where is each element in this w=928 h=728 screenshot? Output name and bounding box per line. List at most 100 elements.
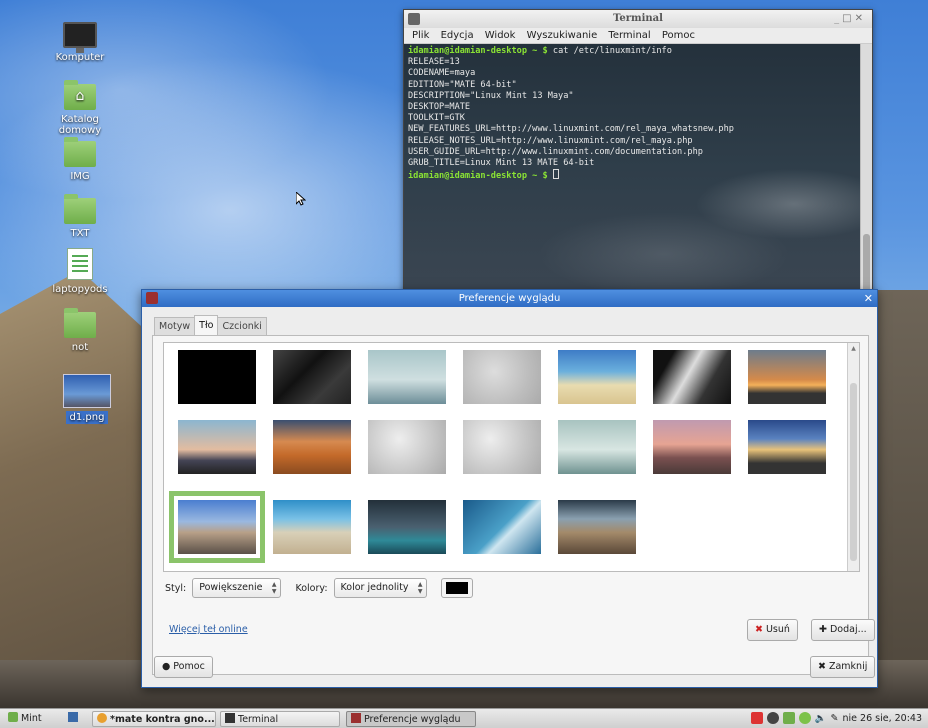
desktop-icon-img[interactable]: IMG [40,137,120,182]
wallpaper-thumbnail[interactable] [178,350,256,404]
desktop-icon-txt[interactable]: TXT [40,194,120,239]
wallpaper-thumbnail[interactable] [368,350,446,404]
desktop-icon-d1png[interactable]: d1.png [47,374,127,424]
desktop-icon-label: d1.png [65,411,109,424]
dialog-titlebar[interactable]: Preferencje wyglądu ✕ [142,290,877,307]
status-ok-icon[interactable] [798,712,811,724]
minimize-icon[interactable]: _ [834,13,842,24]
wallpaper-thumbnail[interactable] [368,420,446,474]
wallpaper-thumbnail[interactable] [273,500,351,554]
spreadsheet-icon [67,248,93,280]
menu-wyszukiwanie[interactable]: Wyszukiwanie [527,30,598,41]
wallpaper-thumbnail[interactable] [558,420,636,474]
network-icon[interactable] [766,712,779,724]
wallpaper-thumbnail[interactable] [748,350,826,404]
wallpaper-thumbnail[interactable] [273,350,351,404]
wallpaper-thumbnail[interactable] [463,350,541,404]
terminal-command: cat /etc/linuxmint/info [552,46,672,56]
style-select[interactable]: Powiększenie ▲ ▼ [192,578,282,598]
taskbar-item-terminal[interactable]: Terminal [220,711,340,727]
output-line: RELEASE=13 [408,57,460,68]
maximize-icon[interactable]: □ [842,13,854,24]
terminal-titlebar[interactable]: Terminal _□✕ [404,10,872,28]
terminal-output[interactable]: idamian@idamian-desktop ~ $ cat /etc/lin… [404,44,860,293]
help-button[interactable]: ● Pomoc [154,656,213,678]
desktop-icon-label: TXT [70,228,90,239]
remove-button[interactable]: ✖ Usuń [747,619,798,641]
taskbar-item-browser[interactable]: *mate kontra gno... [92,711,216,727]
gallery-scrollbar[interactable]: ▲ [847,343,859,571]
close-button-label: Zamknij [828,661,868,672]
help-button-label: Pomoc [173,661,205,672]
tab-background[interactable]: Tło [194,315,219,335]
desktop-icon-home[interactable]: Katalog domowy [40,80,120,136]
close-icon[interactable]: ✕ [864,290,873,307]
wallpaper-thumbnail[interactable] [558,350,636,404]
terminal-window[interactable]: Terminal _□✕ Plik Edycja Widok Wyszukiwa… [403,9,873,294]
desktop-icon-label: Katalog domowy [58,114,102,136]
color-picker-button[interactable] [441,578,474,598]
appearance-preferences-dialog[interactable]: Preferencje wyglądu ✕ Motyw Tło Czcionki [141,289,878,688]
style-label: Styl: [165,582,187,594]
output-line: DESKTOP=MATE [408,102,471,113]
close-icon[interactable]: ✕ [855,13,866,24]
clock[interactable]: nie 26 sie, 20:43 [843,713,922,724]
tab-theme[interactable]: Motyw [154,317,196,335]
scroll-up-icon[interactable]: ▲ [848,345,859,352]
scrollbar-thumb[interactable] [863,234,870,294]
mouse-pointer-icon [296,192,306,206]
mint-logo-icon [8,712,18,722]
output-line: CODENAME=maya [408,68,476,79]
help-icon: ● [162,661,171,672]
desktop-icon-laptopyods[interactable]: laptopyods [40,248,120,295]
desktop-icon-computer[interactable]: Komputer [40,22,120,63]
menu-pomoc[interactable]: Pomoc [662,30,695,41]
gmail-icon[interactable] [750,712,763,724]
taskbar-item-label: Terminal [238,714,279,725]
tab-fonts[interactable]: Czcionki [217,317,267,335]
colors-label: Kolory: [295,582,328,594]
output-line: RELEASE_NOTES_URL=http://www.linuxmint.c… [408,135,693,146]
volume-icon[interactable]: 🔈 [815,713,827,724]
desktop-icon-label: Komputer [55,52,105,63]
close-button[interactable]: ✖ Zamknij [810,656,876,678]
menu-plik[interactable]: Plik [412,30,429,41]
close-icon: ✖ [818,661,826,672]
desktop-icon-not[interactable]: not [40,308,120,353]
show-desktop-button[interactable] [64,711,85,727]
output-line: TOOLKIT=GTK [408,113,465,124]
menu-terminal[interactable]: Terminal [608,30,650,41]
more-backgrounds-online-link[interactable]: Więcej teł online [169,624,248,635]
wallpaper-thumbnail-selected[interactable] [169,491,265,563]
wallpaper-thumbnail[interactable] [748,420,826,474]
colors-select[interactable]: Kolor jednolity ▲ ▼ [333,578,428,598]
dialog-title: Preferencje wyglądu [458,293,561,304]
wallpaper-thumbnail[interactable] [463,420,541,474]
wallpaper-gallery[interactable]: ▲ [163,342,860,572]
browser-icon [97,713,107,723]
appearance-icon [351,713,361,723]
folder-icon [64,137,96,167]
taskbar-item-appearance[interactable]: Preferencje wyglądu [346,711,476,727]
terminal-app-icon [408,13,420,25]
pen-icon[interactable]: ✎ [831,713,839,724]
update-manager-icon[interactable] [782,712,795,724]
terminal-scrollbar[interactable] [860,44,872,294]
menu-widok[interactable]: Widok [485,30,516,41]
menu-edycja[interactable]: Edycja [441,30,474,41]
mint-menu-button[interactable]: Mint [4,711,46,727]
remove-icon: ✖ [755,624,763,635]
window-controls[interactable]: _□✕ [834,10,866,28]
wallpaper-thumbnail[interactable] [653,420,731,474]
desktop-icon-label: not [71,342,89,353]
wallpaper-thumbnail[interactable] [558,500,636,554]
wallpaper-thumbnail[interactable] [178,420,256,474]
wallpaper-thumbnail[interactable] [368,500,446,554]
scrollbar-thumb[interactable] [850,383,857,561]
computer-icon [63,22,97,53]
wallpaper-thumbnail[interactable] [653,350,731,404]
home-folder-icon [64,80,96,110]
wallpaper-thumbnail[interactable] [273,420,351,474]
wallpaper-thumbnail[interactable] [463,500,541,554]
add-button[interactable]: ✚ Dodaj... [811,619,875,641]
